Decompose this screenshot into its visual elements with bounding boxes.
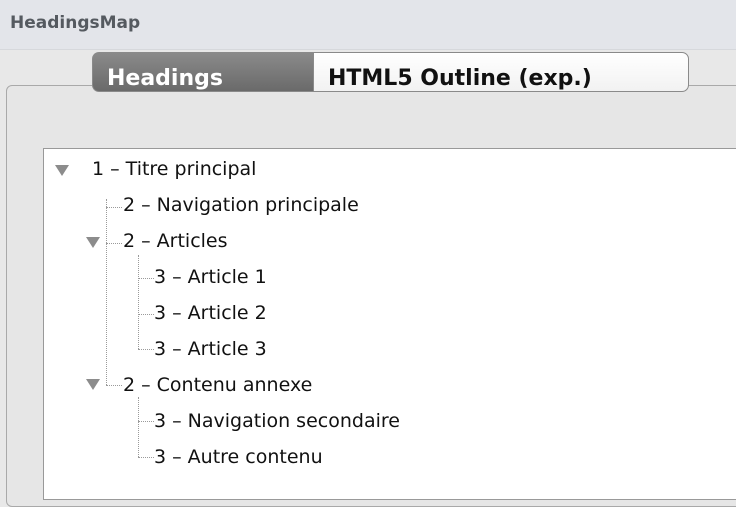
app-title: HeadingsMap [10,13,141,33]
tree-connector [138,457,154,458]
title-bar: HeadingsMap [0,0,736,50]
tree-node-contenu-annexe[interactable]: 2 – Contenu annexe [123,371,312,399]
tree-connector [138,349,154,350]
tree-connector [106,385,122,386]
tree-node-articles[interactable]: 2 – Articles [123,227,228,255]
tree-node-navigation-secondaire[interactable]: 3 – Navigation secondaire [154,407,400,435]
tree-node-navigation-principale[interactable]: 2 – Navigation principale [123,191,359,219]
collapse-triangle-icon[interactable] [86,379,100,390]
tab-html5-outline[interactable]: HTML5 Outline (exp.) [313,52,689,92]
tree-node-article-3[interactable]: 3 – Article 3 [154,335,267,363]
tree-connector [138,278,154,279]
tree-connector [138,421,154,422]
tree-node-article-1[interactable]: 3 – Article 1 [154,263,267,291]
tree-node-titre-principal[interactable]: 1 – Titre principal [92,155,256,183]
headings-tree[interactable]: 1 – Titre principal 2 – Navigation princ… [43,148,736,500]
tree-connector [138,397,139,457]
tree-connector [106,207,122,208]
collapse-triangle-icon[interactable] [86,237,100,248]
tree-connector [106,199,107,385]
tree-connector [138,255,139,349]
tree-node-autre-contenu[interactable]: 3 – Autre contenu [154,443,323,471]
tab-headings[interactable]: Headings [92,52,314,92]
tree-node-article-2[interactable]: 3 – Article 2 [154,299,267,327]
tree-connector [106,243,122,244]
tree-connector [138,314,154,315]
collapse-triangle-icon[interactable] [55,165,69,176]
